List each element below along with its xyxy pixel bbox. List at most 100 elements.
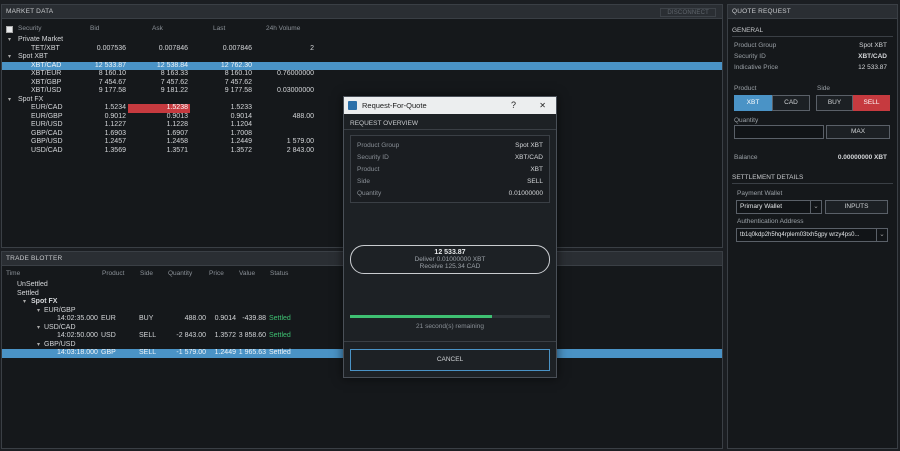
col-bid[interactable]: Bid: [90, 25, 99, 34]
market-row[interactable]: XBT/CAD 12 533.87 12 538.84 12 762.30: [2, 61, 722, 71]
ask-cell[interactable]: 1.6907: [128, 130, 188, 139]
quantity-cell: 488.00: [184, 315, 206, 322]
quantity-label: Quantity: [734, 117, 759, 124]
col-security[interactable]: Security: [18, 25, 41, 34]
indicative-price-label: Indicative Price: [734, 64, 779, 71]
general-section: GENERAL: [732, 25, 893, 37]
bid-cell[interactable]: 1.1227: [66, 121, 126, 130]
quote-price: 12 533.87: [434, 249, 466, 256]
ask-cell[interactable]: 9 181.22: [128, 87, 188, 96]
disconnect-button[interactable]: DISCONNECT: [660, 8, 716, 17]
max-button[interactable]: MAX: [826, 125, 890, 139]
ask-cell[interactable]: 7 457.62: [128, 79, 188, 88]
market-row[interactable]: XBT/EUR 8 160.10 8 163.33 8 160.10 0.7600000…: [2, 70, 722, 79]
sell-button[interactable]: SELL: [853, 95, 890, 111]
col-time[interactable]: Time: [6, 270, 20, 279]
market-row[interactable]: TET/XBT 0.007536 0.007846 0.007846 2: [2, 45, 722, 54]
status-cell: Settled: [269, 332, 291, 339]
auth-address-value: tb1q0kdp2h5hq4rplem03txh5gpy wrzy4ps0...: [740, 232, 860, 238]
quantity-input[interactable]: [734, 125, 824, 139]
bid-cell[interactable]: 9 177.58: [66, 87, 126, 96]
ask-cell[interactable]: 8 163.33: [128, 70, 188, 79]
overview-key: Side: [357, 178, 371, 185]
balance-row: Balance 0.00000000 XBT: [734, 152, 887, 163]
overview-row: Product Group Spot XBT: [357, 140, 543, 152]
last-cell: 12 762.30: [220, 61, 252, 69]
last-cell: 1.7008: [230, 129, 252, 137]
product-xbt-button[interactable]: XBT: [734, 95, 772, 111]
ask-cell[interactable]: 12 538.84: [128, 62, 188, 71]
cancel-button[interactable]: CANCEL: [350, 349, 550, 371]
select-all-checkbox[interactable]: [6, 26, 13, 33]
product-cad-button[interactable]: CAD: [772, 95, 810, 111]
buy-button[interactable]: BUY: [816, 95, 853, 111]
bid-cell[interactable]: 0.9012: [66, 113, 126, 122]
close-icon[interactable]: ✕: [539, 97, 546, 114]
caret-down-icon[interactable]: ▾: [37, 341, 40, 350]
security-cell: GBP/CAD: [31, 129, 63, 137]
market-row[interactable]: XBT/GBP 7 454.67 7 457.62 7 457.62: [2, 79, 722, 88]
caret-down-icon[interactable]: ▾: [37, 324, 40, 333]
request-overview-title: REQUEST OVERVIEW: [350, 120, 419, 127]
divider: [344, 129, 556, 130]
col-side[interactable]: Side: [140, 270, 153, 279]
bid-cell[interactable]: 1.3569: [66, 147, 126, 156]
product-label: Product: [734, 85, 757, 92]
caret-down-icon[interactable]: ▾: [37, 307, 40, 316]
bid-cell[interactable]: 8 160.10: [66, 70, 126, 79]
side-label: Side: [817, 85, 831, 92]
market-row[interactable]: XBT/USD 9 177.58 9 181.22 9 177.58 0.0300000…: [2, 87, 722, 96]
bid-cell[interactable]: 1.6903: [66, 130, 126, 139]
time-cell: 14:02:35.000: [57, 315, 98, 322]
caret-down-icon[interactable]: ▾: [8, 36, 11, 45]
ask-cell[interactable]: 1.2458: [128, 138, 188, 147]
col-ask[interactable]: Ask: [152, 25, 163, 34]
rfq-dialog-titlebar[interactable]: Request-For-Quote ? ✕: [344, 97, 556, 114]
security-cell: EUR/USD: [31, 121, 63, 128]
ask-cell[interactable]: 1.1228: [128, 121, 188, 130]
col-quantity[interactable]: Quantity: [168, 270, 192, 279]
status-cell: Settled: [269, 315, 291, 322]
security-cell: XBT/GBP: [31, 78, 62, 86]
market-group-row[interactable]: ▾ Spot XBT: [2, 53, 722, 62]
market-data-title: MARKET DATA: [6, 8, 54, 15]
chevron-down-icon: ⌄: [876, 229, 887, 241]
bid-cell[interactable]: 1.2457: [66, 138, 126, 147]
ask-cell[interactable]: 1.5238: [128, 104, 190, 113]
col-price[interactable]: Price: [209, 270, 224, 279]
help-button[interactable]: ?: [511, 97, 516, 114]
payment-wallet-select[interactable]: Primary Wallet ⌄: [736, 200, 822, 214]
countdown-progress-bar: [350, 315, 550, 318]
overview-row: Product XBT: [357, 164, 543, 176]
auth-address-select[interactable]: tb1q0kdp2h5hq4rplem03txh5gpy wrzy4ps0...…: [736, 228, 888, 242]
trade-blotter-title: TRADE BLOTTER: [6, 255, 63, 262]
auth-address-label: Authentication Address: [737, 218, 804, 225]
market-group-row[interactable]: ▾ Private Market: [2, 36, 722, 45]
col-value[interactable]: Value: [239, 270, 255, 279]
quote-request-title: QUOTE REQUEST: [732, 8, 791, 15]
value-cell: -439.88: [242, 315, 266, 322]
quote-price-box[interactable]: 12 533.87 Deliver 0.01000000 XBT Receive…: [350, 245, 550, 274]
bid-cell[interactable]: 7 454.67: [66, 79, 126, 88]
last-cell: 0.007846: [222, 44, 252, 52]
security-cell: USD/CAD: [31, 146, 63, 154]
ask-cell[interactable]: 1.3571: [128, 147, 188, 156]
bid-cell[interactable]: 1.5234: [66, 104, 126, 113]
status-cell: Settled: [269, 349, 291, 356]
caret-down-icon[interactable]: ▾: [8, 96, 11, 105]
bid-cell[interactable]: 12 533.87: [66, 62, 126, 71]
col-24h-volume[interactable]: 24h Volume: [266, 25, 300, 34]
inputs-button[interactable]: INPUTS: [825, 200, 888, 214]
ask-cell[interactable]: 0.9013: [128, 113, 188, 122]
ask-cell[interactable]: 0.007846: [128, 45, 188, 54]
caret-down-icon[interactable]: ▾: [8, 53, 11, 62]
col-last[interactable]: Last: [213, 25, 225, 34]
caret-down-icon[interactable]: ▾: [23, 298, 26, 307]
col-status[interactable]: Status: [270, 270, 288, 279]
col-product[interactable]: Product: [102, 270, 124, 279]
overview-value: XBT: [530, 166, 543, 173]
bid-cell[interactable]: 0.007536: [66, 45, 126, 54]
last-cell: 9 177.58: [224, 87, 252, 94]
product-cell: USD: [101, 332, 116, 339]
market-group-name: Private Market: [18, 36, 64, 43]
